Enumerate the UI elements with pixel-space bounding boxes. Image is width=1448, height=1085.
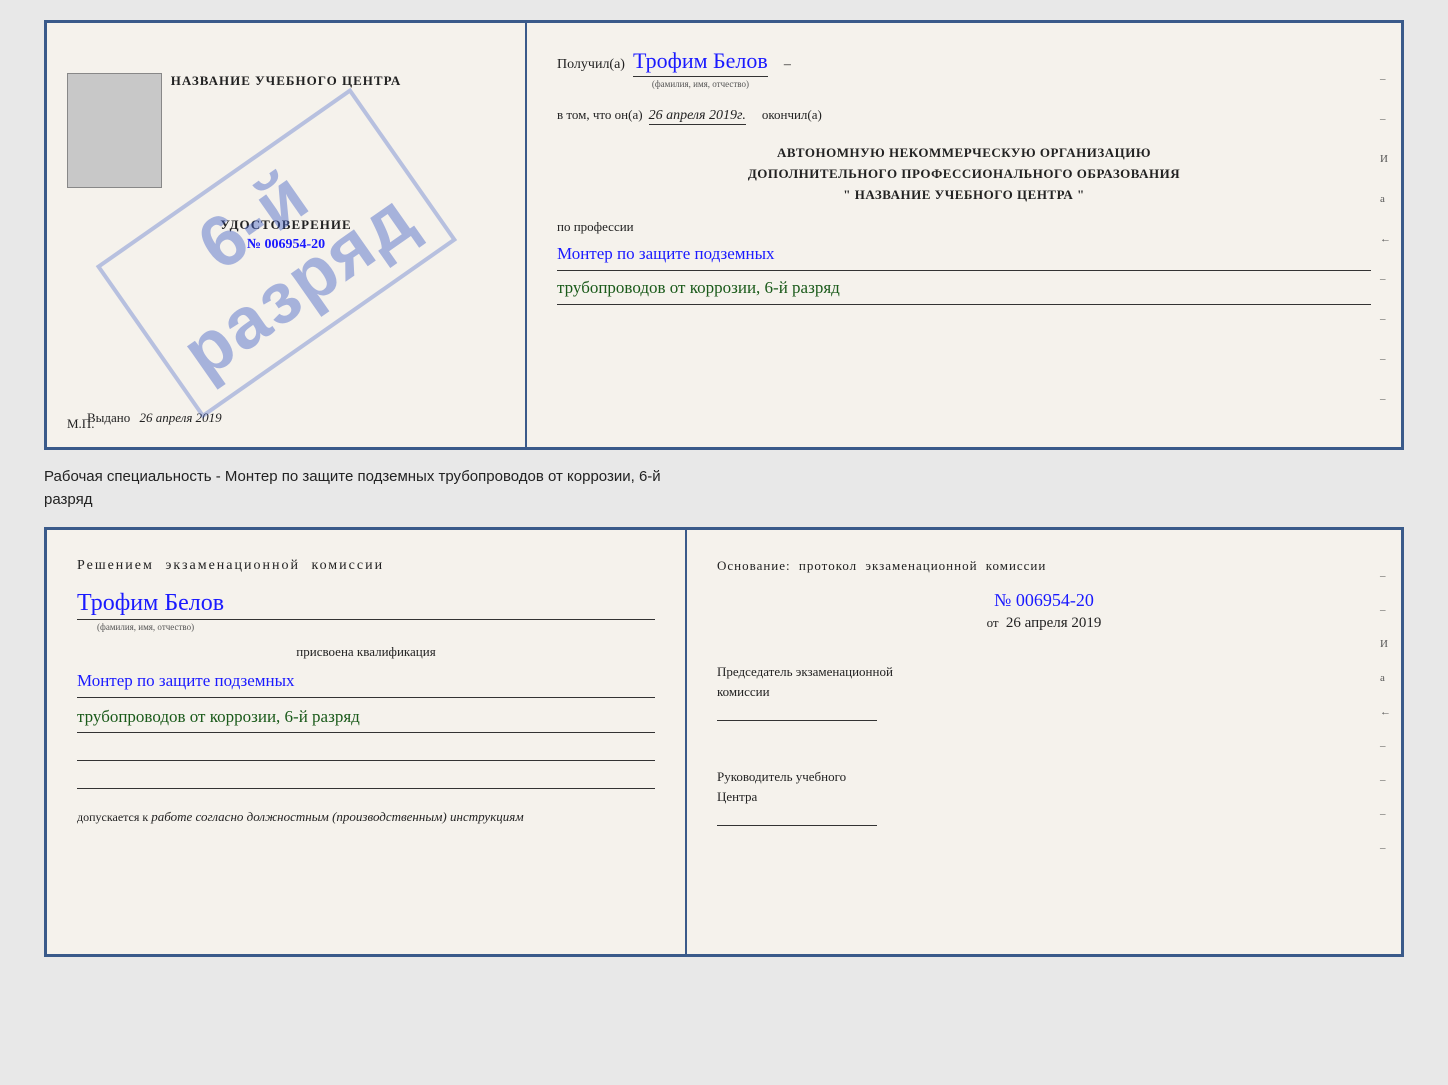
poluchil-label: Получил(а): [557, 57, 625, 73]
vtom-line: в том, что он(а) 26 апреля 2019г. окончи…: [557, 107, 1371, 125]
udost-number: № 006954-20: [220, 237, 351, 253]
profession-line2: трубопроводов от коррозии, 6-й разряд: [557, 273, 1371, 305]
rukovoditel-text: Руководитель учебного Центра: [717, 767, 1371, 838]
photo-placeholder: [67, 73, 162, 188]
org-name: " НАЗВАНИЕ УЧЕБНОГО ЦЕНТРА ": [557, 185, 1371, 206]
osnovanie-text: Основание: протокол экзаменационной коми…: [717, 558, 1371, 574]
profession-line1: Монтер по защите подземных: [557, 239, 1371, 271]
rukovoditel-line1: Руководитель учебного: [717, 767, 1371, 787]
mp-label: М.П.: [67, 416, 94, 432]
poluchil-line: Получил(а) Трофим Белов (фамилия, имя, о…: [557, 48, 1371, 89]
bottom-name: Трофим Белов: [77, 590, 655, 620]
bottom-document: Решением экзаменационной комиссии Трофим…: [44, 527, 1404, 957]
vydano-date: 26 апреля 2019: [140, 410, 222, 425]
org-block: АВТОНОМНУЮ НЕКОММЕРЧЕСКУЮ ОРГАНИЗАЦИЮ ДО…: [557, 143, 1371, 205]
empty-line-1: [77, 737, 655, 761]
predsedatel-text: Председатель экзаменационной комиссии: [717, 662, 1371, 733]
okoncil-label: окончил(а): [762, 107, 822, 123]
org-line1: АВТОНОМНУЮ НЕКОММЕРЧЕСКУЮ ОРГАНИЗАЦИЮ: [557, 143, 1371, 164]
dopuskaetsya-label: допускается к: [77, 810, 148, 824]
dopusk-text: работе согласно должностным (производств…: [151, 809, 523, 824]
bottom-right-side-chars: – – И а ← – – – –: [1380, 570, 1391, 854]
qual-line2: трубопроводов от коррозии, 6-й разряд: [77, 702, 655, 734]
resheniem-text: Решением экзаменационной комиссии: [77, 558, 655, 574]
right-side-chars: – – И а ← – – – –: [1380, 73, 1391, 405]
org-line2: ДОПОЛНИТЕЛЬНОГО ПРОФЕССИОНАЛЬНОГО ОБРАЗО…: [557, 164, 1371, 185]
po-professii-label: по профессии: [557, 219, 1371, 235]
udostoverenie-label: УДОСТОВЕРЕНИЕ: [220, 217, 351, 233]
dopuskaetsya-line: допускается к работе согласно должностны…: [77, 809, 655, 825]
bottom-name-field: Трофим Белов (фамилия, имя, отчество): [77, 590, 655, 632]
protocol-number: № 006954-20: [717, 590, 1371, 611]
predsedatel-signature-line: [717, 701, 877, 721]
rukovoditel-line2: Центра: [717, 787, 1371, 807]
top-doc-right: Получил(а) Трофим Белов (фамилия, имя, о…: [527, 23, 1401, 447]
top-center-title: НАЗВАНИЕ УЧЕБНОГО ЦЕНТРА: [171, 73, 402, 89]
separator-text: Рабочая специальность - Монтер по защите…: [44, 466, 1404, 511]
vtom-date: 26 апреля 2019г.: [649, 108, 746, 125]
separator-line2: разряд: [44, 489, 1404, 512]
prisvoena-label: присвоена квалификация: [77, 644, 655, 660]
bottom-doc-right: Основание: протокол экзаменационной коми…: [687, 530, 1401, 954]
bottom-doc-left: Решением экзаменационной комиссии Трофим…: [47, 530, 687, 954]
rukovoditel-signature-line: [717, 806, 877, 826]
vydano-label: Выдано 26 апреля 2019: [87, 410, 222, 425]
qual-line1: Монтер по защите подземных: [77, 666, 655, 698]
ot-date: от 26 апреля 2019: [717, 615, 1371, 632]
fio-label-top: (фамилия, имя, отчество): [652, 79, 749, 89]
separator-line1: Рабочая специальность - Монтер по защите…: [44, 466, 1404, 489]
predsedatel-line2: комиссии: [717, 682, 1371, 702]
predsedatel-line1: Председатель экзаменационной: [717, 662, 1371, 682]
vtom-label: в том, что он(а): [557, 107, 643, 123]
dash1: –: [784, 57, 791, 73]
top-doc-left: НАЗВАНИЕ УЧЕБНОГО ЦЕНТРА 6-й разряд УДОС…: [47, 23, 527, 447]
top-document: НАЗВАНИЕ УЧЕБНОГО ЦЕНТРА 6-й разряд УДОС…: [44, 20, 1404, 450]
empty-line-2: [77, 765, 655, 789]
poluchil-name: Трофим Белов: [633, 48, 768, 77]
bottom-fio-label: (фамилия, имя, отчество): [97, 622, 655, 632]
